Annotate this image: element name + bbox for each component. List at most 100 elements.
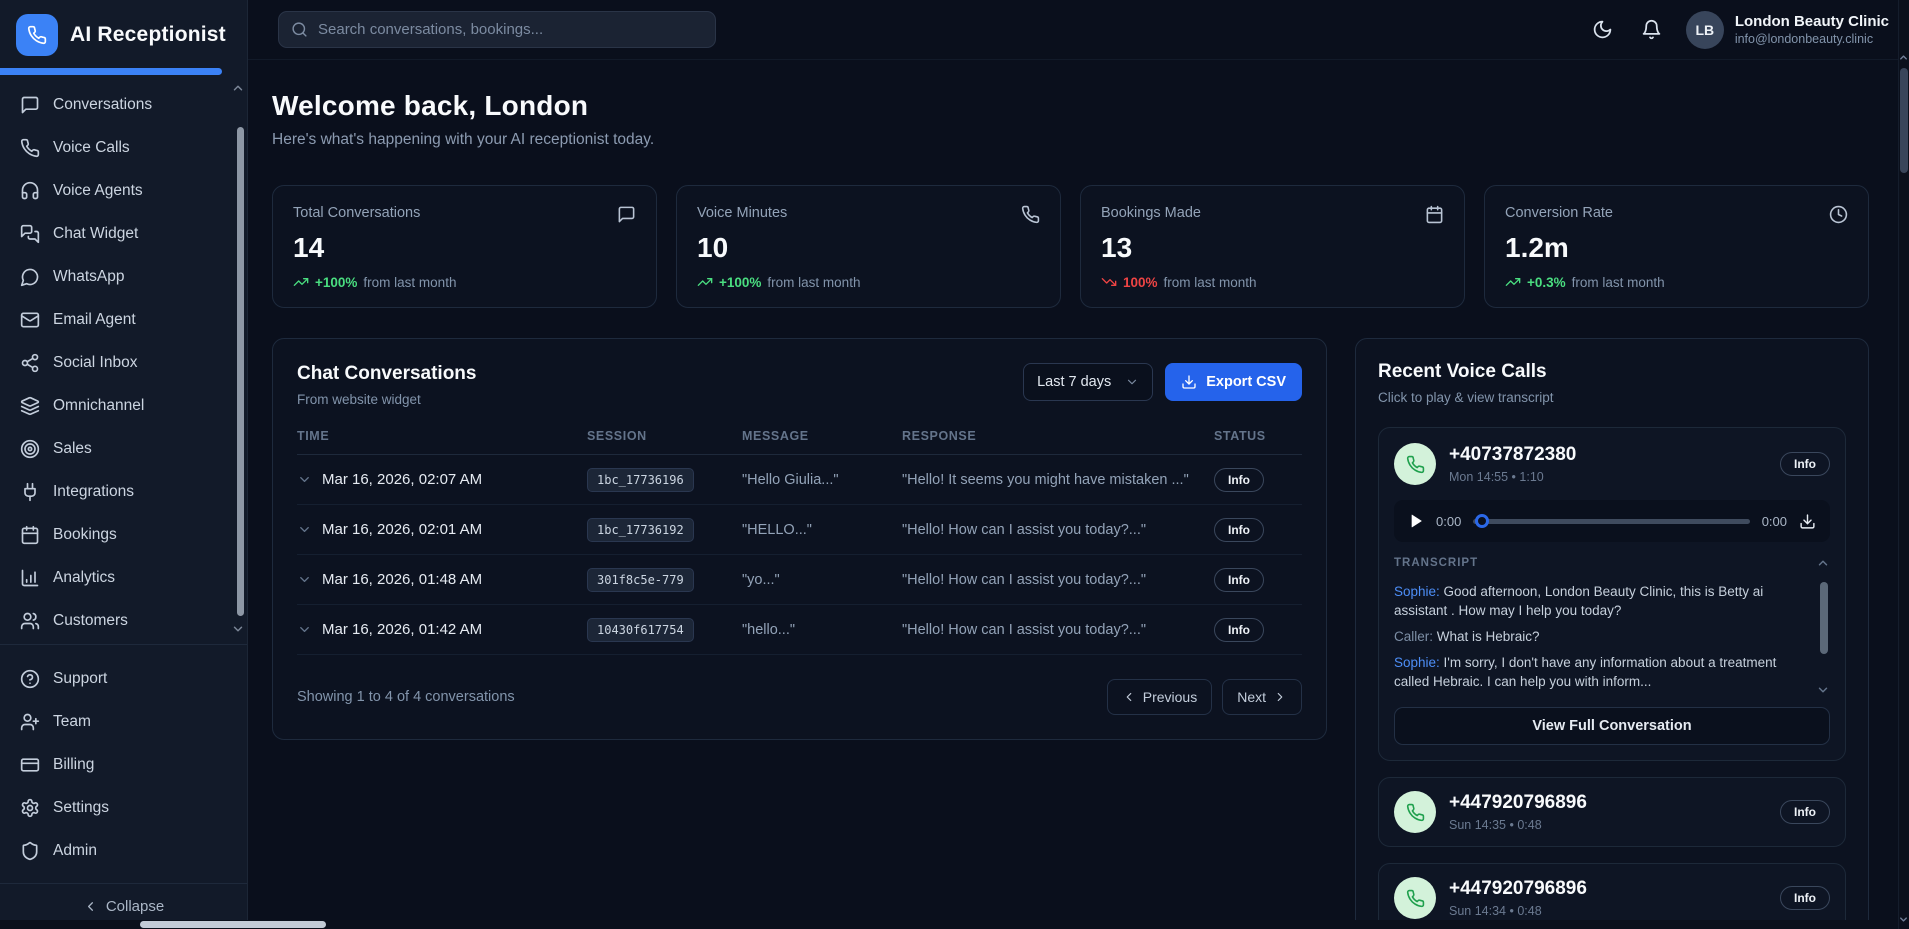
transcript-scroll-up-arrow[interactable] [1816,556,1830,570]
transcript-scrollbar-thumb[interactable] [1820,582,1828,654]
clock-icon [1829,205,1848,224]
sidebar-item-customers[interactable]: Customers [10,601,237,641]
sidebar-item-chat-widget[interactable]: Chat Widget [10,214,237,254]
table-row[interactable]: Mar 16, 2026, 02:07 AM 1bc_17736196 "Hel… [297,455,1302,505]
sidebar-item-voice-agents[interactable]: Voice Agents [10,171,237,211]
stat-trend-value: +100% [719,275,761,290]
table-row[interactable]: Mar 16, 2026, 01:48 AM 301f8c5e-779 "yo.… [297,555,1302,605]
sidebar-scroll-up-arrow[interactable] [231,81,245,95]
next-page-button[interactable]: Next [1222,679,1302,715]
voice-call-card-expanded[interactable]: +40737872380 Mon 14:55 • 1:10 Info 0:00 [1378,427,1846,761]
chevron-down-icon[interactable] [297,472,312,487]
previous-label: Previous [1143,689,1197,705]
trending-up-icon [293,274,309,290]
horizontal-scrollbar-thumb[interactable] [140,921,326,928]
call-meta: Mon 14:55 • 1:10 [1449,470,1576,484]
notifications-button[interactable] [1637,15,1666,44]
seek-slider[interactable] [1473,514,1749,528]
previous-page-button[interactable]: Previous [1107,679,1212,715]
transcript-body[interactable]: Sophie: Good afternoon, London Beauty Cl… [1394,576,1830,691]
player-total-time: 0:00 [1762,514,1787,529]
sidebar-item-voice-calls[interactable]: Voice Calls [10,128,237,168]
sidebar-item-team[interactable]: Team [10,702,237,742]
slider-thumb[interactable] [1475,514,1489,528]
user-menu[interactable]: LB London Beauty Clinic info@londonbeaut… [1686,11,1889,49]
stat-value: 10 [697,232,1040,264]
view-full-conversation-button[interactable]: View Full Conversation [1394,707,1830,745]
sidebar-item-label: Team [53,713,91,731]
column-header-response: RESPONSE [902,429,1214,443]
sidebar-item-integrations[interactable]: Integrations [10,472,237,512]
sidebar-item-analytics[interactable]: Analytics [10,558,237,598]
stat-value: 13 [1101,232,1444,264]
date-range-value: Last 7 days [1037,374,1111,390]
search-input[interactable] [318,21,703,38]
sidebar: AI Receptionist Conversations Voice Call… [0,0,248,929]
transcript-scroll-down-arrow[interactable] [1816,683,1830,697]
page-horizontal-scrollbar[interactable] [0,920,1898,929]
play-button[interactable] [1408,513,1424,529]
transcript-text: Good afternoon, London Beauty Clinic, th… [1394,584,1763,618]
download-recording-button[interactable] [1799,513,1816,530]
chevron-down-icon[interactable] [297,522,312,537]
sidebar-item-bookings[interactable]: Bookings [10,515,237,555]
sidebar-item-omnichannel[interactable]: Omnichannel [10,386,237,426]
chevron-down-icon[interactable] [297,572,312,587]
info-badge[interactable]: Info [1214,518,1264,542]
column-header-session: SESSION [587,429,742,443]
sidebar-scrollbar-thumb[interactable] [237,127,244,616]
stat-label: Voice Minutes [697,205,787,221]
sidebar-item-social-inbox[interactable]: Social Inbox [10,343,237,383]
speaker-name: Sophie: [1394,584,1440,599]
info-badge[interactable]: Info [1780,886,1830,910]
stat-trend-suffix: from last month [767,275,860,290]
global-search[interactable] [278,11,716,48]
call-meta: Sun 14:35 • 0:48 [1449,818,1587,832]
gear-icon [20,798,40,818]
info-badge[interactable]: Info [1780,800,1830,824]
sidebar-item-billing[interactable]: Billing [10,745,237,785]
sidebar-item-whatsapp[interactable]: WhatsApp [10,257,237,297]
chevron-down-icon[interactable] [297,622,312,637]
scroll-down-arrow[interactable] [1898,914,1909,925]
voice-call-card[interactable]: +447920796896 Sun 14:35 • 0:48 Info [1378,777,1846,847]
stats-row: Total Conversations 14 +100% from last m… [272,185,1869,308]
sidebar-item-sales[interactable]: Sales [10,429,237,469]
dark-mode-toggle-button[interactable] [1588,15,1617,44]
sidebar-secondary-nav: Support Team Billing Settings Admin [0,647,247,883]
stat-card-total-conversations: Total Conversations 14 +100% from last m… [272,185,657,308]
mail-icon [20,310,40,330]
speaker-name: Caller: [1394,629,1433,644]
date-range-select[interactable]: Last 7 days [1023,363,1153,401]
sidebar-item-settings[interactable]: Settings [10,788,237,828]
message-circle-icon [20,267,40,287]
info-badge[interactable]: Info [1214,568,1264,592]
export-csv-button[interactable]: Export CSV [1165,363,1302,401]
call-number: +447920796896 [1449,878,1587,900]
sidebar-scroll-down-arrow[interactable] [231,622,245,636]
column-header-time: TIME [297,429,587,443]
help-circle-icon [20,669,40,689]
sidebar-item-support[interactable]: Support [10,659,237,699]
table-header-row: TIME SESSION MESSAGE RESPONSE STATUS [297,429,1302,455]
sidebar-item-conversations[interactable]: Conversations [10,85,237,125]
chat-panel-subtitle: From website widget [297,392,476,407]
stat-trend-suffix: from last month [363,275,456,290]
sidebar-item-email-agent[interactable]: Email Agent [10,300,237,340]
stat-card-voice-minutes: Voice Minutes 10 +100% from last month [676,185,1061,308]
page-vertical-scrollbar[interactable] [1898,0,1909,929]
table-row[interactable]: Mar 16, 2026, 01:42 AM 10430f617754 "hel… [297,605,1302,655]
trending-up-icon [697,274,713,290]
sidebar-item-admin[interactable]: Admin [10,831,237,871]
info-badge[interactable]: Info [1214,618,1264,642]
chevron-right-icon [1273,690,1287,704]
scroll-up-arrow[interactable] [1898,52,1909,63]
vertical-scrollbar-thumb[interactable] [1900,68,1908,173]
call-meta: Sun 14:34 • 0:48 [1449,904,1587,918]
table-row[interactable]: Mar 16, 2026, 02:01 AM 1bc_17736192 "HEL… [297,505,1302,555]
row-time: Mar 16, 2026, 02:07 AM [322,471,482,488]
info-badge[interactable]: Info [1214,468,1264,492]
bar-chart-icon [20,568,40,588]
info-badge[interactable]: Info [1780,452,1830,476]
column-header-message: MESSAGE [742,429,902,443]
